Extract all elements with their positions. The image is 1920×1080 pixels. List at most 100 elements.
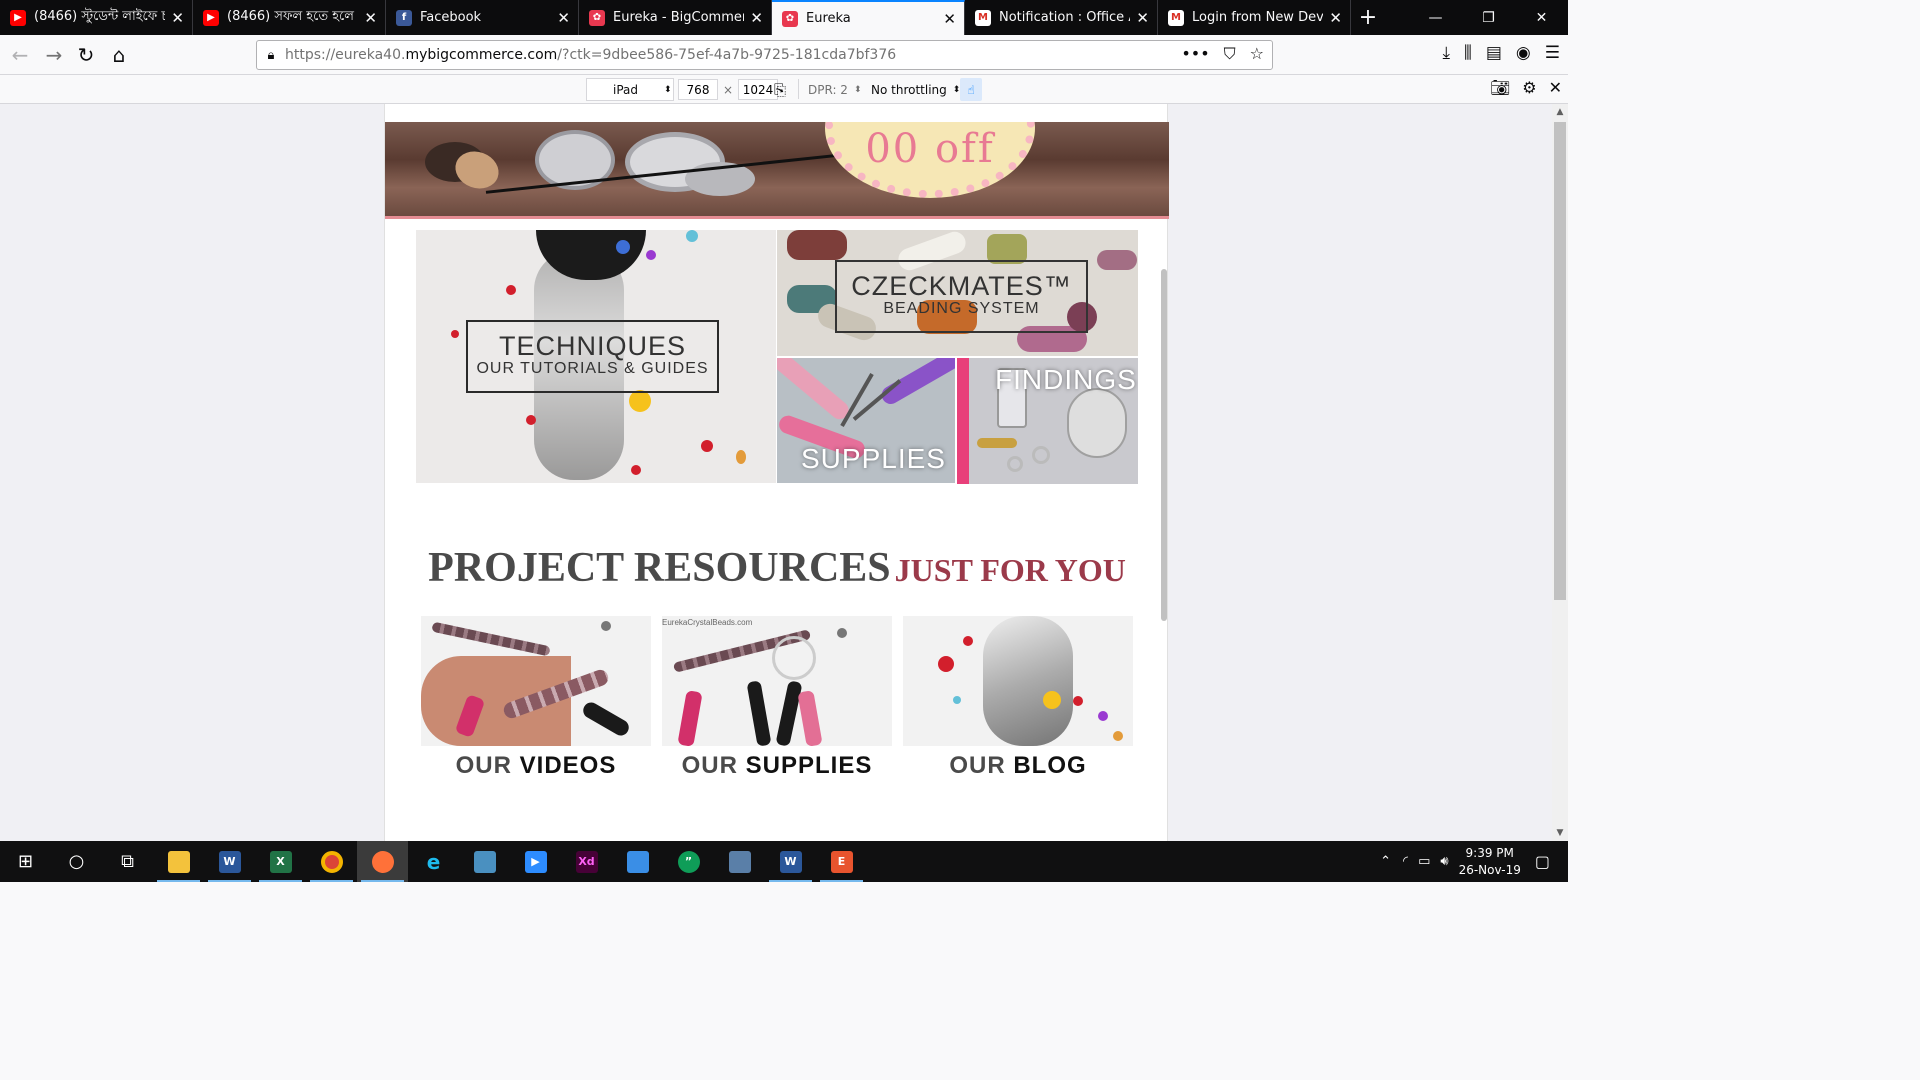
throttling-select[interactable]: No throttling ⬍ <box>871 78 960 101</box>
czeckmates-label-box: CZECKMATES™ BEADING SYSTEM <box>835 260 1088 333</box>
device-select-value: iPad <box>613 82 639 97</box>
touch-simulation-icon[interactable]: ☝ <box>960 78 982 101</box>
firefox-icon[interactable] <box>357 841 408 882</box>
start-windows-icon[interactable]: ⊞ <box>0 841 51 882</box>
tab-title: (8466) সফল হতে হলে At <box>227 9 359 24</box>
promo-banner[interactable]: 00 off <box>385 122 1169 219</box>
lock-icon: 🔒︎ <box>267 47 275 63</box>
close-window-icon[interactable]: ✕ <box>1515 0 1568 35</box>
account-icon[interactable]: ◉ <box>1516 43 1531 63</box>
adobe-xd-icon[interactable]: Xd <box>561 841 612 882</box>
tab-gmail-login[interactable]: M Login from New Device ✕ <box>1158 0 1351 35</box>
control-panel-icon[interactable] <box>714 841 765 882</box>
library-icon[interactable]: ⫼ <box>1464 43 1472 63</box>
facebook-icon: f <box>396 9 412 26</box>
reload-button[interactable]: ↻ <box>70 39 102 71</box>
tab-gmail-notification[interactable]: M Notification : Office Atte ✕ <box>965 0 1158 35</box>
url-path: /?ctk=9dbee586-75ef-4a7b-9725-181cda7bf3… <box>557 47 897 63</box>
cortana-search-icon[interactable]: ○ <box>51 841 102 882</box>
techniques-title: TECHNIQUES <box>498 331 687 361</box>
app-icon[interactable]: E <box>816 841 867 882</box>
tab-bigcommerce[interactable]: ✿ Eureka - BigCommerce ✕ <box>579 0 772 35</box>
tab-eureka[interactable]: ✿ Eureka ✕ <box>772 0 965 35</box>
forward-button[interactable]: → <box>38 39 70 71</box>
findings-tile[interactable]: FINDINGS <box>957 358 1138 484</box>
scroll-down-icon[interactable]: ▼ <box>1552 825 1568 841</box>
pocket-icon[interactable]: ⛉ <box>1224 44 1236 64</box>
close-rdm-icon[interactable]: ✕ <box>1549 78 1562 97</box>
photos-icon[interactable] <box>459 841 510 882</box>
tab-youtube-2[interactable]: ▶ (8466) সফল হতে হলে At ✕ <box>193 0 386 35</box>
sale-badge: 00 off <box>825 122 1035 198</box>
new-tab-button[interactable]: + <box>1351 0 1385 35</box>
file-explorer-icon[interactable] <box>153 841 204 882</box>
viewport-width-input[interactable] <box>678 79 718 100</box>
word-document-icon[interactable]: W <box>765 841 816 882</box>
hangouts-icon[interactable]: ” <box>663 841 714 882</box>
page-actions-icon[interactable]: ••• <box>1181 44 1209 64</box>
close-tab-icon[interactable]: ✕ <box>1136 9 1149 27</box>
dpr-select-value: DPR: 2 <box>808 82 848 97</box>
task-view-icon[interactable]: ⧉ <box>102 841 153 882</box>
excel-icon[interactable]: X <box>255 841 306 882</box>
resource-supplies[interactable]: EurekaCrystalBeads.com OUR SUPPLIES <box>662 616 892 780</box>
close-tab-icon[interactable]: ✕ <box>364 9 377 27</box>
close-tab-icon[interactable]: ✕ <box>943 10 956 28</box>
scroll-up-icon[interactable]: ▲ <box>1552 104 1568 120</box>
techniques-tile[interactable]: TECHNIQUES OUR TUTORIALS & GUIDES <box>416 230 776 483</box>
volume-icon[interactable]: 🔊︎ <box>1440 854 1448 869</box>
close-tab-icon[interactable]: ✕ <box>171 9 184 27</box>
tab-title: Eureka - BigCommerce <box>613 10 744 25</box>
youtube-icon: ▶ <box>10 9 26 26</box>
blog-prefix: OUR <box>949 752 1006 779</box>
back-button[interactable]: ← <box>4 39 36 71</box>
page-viewport: 00 off TECHNIQUES OUR TUTORIALS & GUIDES <box>0 104 1552 841</box>
screenshot-icon[interactable]: 📷︎ <box>1490 78 1510 97</box>
url-host: mybigcommerce.com <box>405 47 558 63</box>
chrome-icon[interactable] <box>306 841 357 882</box>
restore-icon[interactable]: ❐ <box>1462 0 1515 35</box>
rotate-icon[interactable]: ⎘ <box>774 78 786 101</box>
supplies-prefix: OUR <box>681 752 738 779</box>
findings-tile-label: FINDINGS <box>995 364 1137 395</box>
wifi-icon[interactable]: ◜ <box>1403 854 1408 869</box>
downloads-icon[interactable]: ⤓ <box>1443 43 1451 63</box>
settings-gear-icon[interactable]: ⚙ <box>1522 78 1536 97</box>
viewport-height-input[interactable] <box>738 79 779 100</box>
zoom-icon[interactable]: ▶ <box>510 841 561 882</box>
czeckmates-tile[interactable]: CZECKMATES™ BEADING SYSTEM <box>777 230 1138 356</box>
show-hidden-icons-icon[interactable]: ⌃ <box>1380 854 1391 869</box>
close-tab-icon[interactable]: ✕ <box>1329 9 1342 27</box>
dpr-select[interactable]: DPR: 2 ⬍ <box>808 78 861 101</box>
home-button[interactable]: ⌂ <box>103 39 135 71</box>
bigcommerce-icon: ✿ <box>589 9 605 26</box>
internet-explorer-icon[interactable]: e <box>408 841 459 882</box>
navigation-toolbar: ← → ↻ ⌂ 🔒︎ https://eureka40. mybigcommerc… <box>0 35 1568 75</box>
word-icon[interactable]: W <box>204 841 255 882</box>
resource-videos[interactable]: OUR VIDEOS <box>421 616 651 780</box>
minimize-icon[interactable]: — <box>1409 0 1462 35</box>
device-select[interactable]: iPad ⬍ <box>586 78 674 101</box>
clock-time: 9:39 PM <box>1465 845 1514 860</box>
responsive-design-toolbar: iPad⬍ × ⎘ DPR: 2⬍ No throttling⬍ ☝ 📷︎ ⚙ … <box>0 75 1568 104</box>
tab-facebook[interactable]: f Facebook ✕ <box>386 0 579 35</box>
youtube-icon: ▶ <box>203 9 219 26</box>
url-bar[interactable]: 🔒︎ https://eureka40. mybigcommerce.com/?c… <box>256 40 1273 70</box>
supplies-tile[interactable]: SUPPLIES <box>777 358 955 483</box>
scroll-thumb[interactable] <box>1554 122 1566 600</box>
close-tab-icon[interactable]: ✕ <box>557 9 570 27</box>
notifications-icon[interactable]: ▢ <box>1535 852 1550 871</box>
battery-icon[interactable]: ▭ <box>1418 854 1430 869</box>
menu-icon[interactable]: ☰ <box>1545 43 1560 63</box>
tab-youtube-1[interactable]: ▶ (8466) স্টুডেন্ট লাইফে চ ✕ <box>0 0 193 35</box>
tab-title: (8466) স্টুডেন্ট লাইফে চ <box>34 9 166 24</box>
select-arrows-icon: ⬍ <box>853 84 862 95</box>
page-scrollbar[interactable]: ▲ ▼ <box>1552 104 1568 841</box>
bookmark-star-icon[interactable]: ☆ <box>1250 44 1264 64</box>
notepad-icon[interactable] <box>612 841 663 882</box>
clock[interactable]: 9:39 PM 26-Nov-19 <box>1459 845 1521 879</box>
resource-blog[interactable]: OUR BLOG <box>903 616 1133 780</box>
close-tab-icon[interactable]: ✕ <box>750 9 763 27</box>
tab-title: Login from New Device <box>1192 10 1324 25</box>
sidebar-icon[interactable]: ▤ <box>1486 43 1502 63</box>
